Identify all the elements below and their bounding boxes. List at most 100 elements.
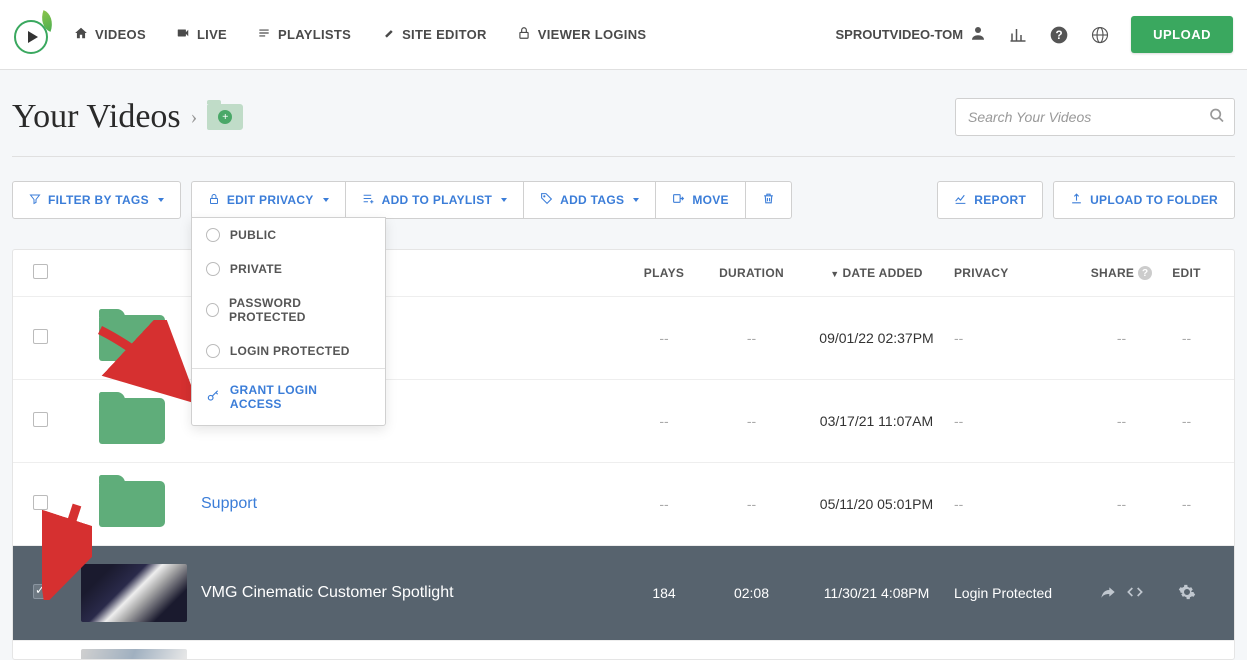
action-button-group: EDIT PRIVACY PUBLIC PRIVATE PASSWORD PRO…: [191, 181, 792, 219]
search-box: [955, 98, 1235, 136]
privacy-public-label: PUBLIC: [230, 228, 276, 242]
row-privacy: --: [954, 496, 1084, 512]
row-edit: [1159, 583, 1214, 604]
filter-icon: [29, 193, 41, 208]
upload-button[interactable]: UPLOAD: [1131, 16, 1233, 53]
edit-privacy-button[interactable]: EDIT PRIVACY PUBLIC PRIVATE PASSWORD PRO…: [191, 181, 345, 219]
add-folder-button[interactable]: +: [207, 104, 243, 130]
privacy-option-password[interactable]: PASSWORD PROTECTED: [192, 286, 385, 334]
move-icon: [672, 192, 685, 208]
header-privacy[interactable]: PRIVACY: [954, 266, 1084, 280]
video-thumbnail[interactable]: [81, 649, 187, 659]
header-date-added[interactable]: ▼DATE ADDED: [799, 266, 954, 280]
user-menu[interactable]: SPROUTVIDEO-TOM: [836, 24, 988, 45]
header-share: SHARE ?: [1084, 266, 1159, 280]
add-tags-button[interactable]: ADD TAGS: [523, 181, 655, 219]
gear-icon[interactable]: [1178, 588, 1196, 604]
nav-live[interactable]: LIVE: [176, 26, 227, 43]
header-date-label: DATE ADDED: [842, 266, 922, 280]
radio-icon: [206, 262, 220, 276]
move-button[interactable]: MOVE: [655, 181, 745, 219]
brand-logo[interactable]: [14, 16, 52, 54]
row-name[interactable]: Support: [201, 495, 624, 513]
report-button[interactable]: REPORT: [937, 181, 1043, 219]
privacy-option-login[interactable]: LOGIN PROTECTED: [192, 334, 385, 368]
lock-icon: [517, 26, 531, 43]
nav-playlists[interactable]: PLAYLISTS: [257, 26, 351, 43]
embed-icon[interactable]: [1126, 584, 1144, 603]
header-duration[interactable]: DURATION: [704, 266, 799, 280]
privacy-private-label: PRIVATE: [230, 262, 282, 276]
sort-desc-icon: ▼: [830, 269, 839, 279]
share-icon[interactable]: [1100, 584, 1116, 603]
search-icon[interactable]: [1209, 108, 1225, 127]
video-thumbnail[interactable]: [81, 564, 187, 622]
analytics-icon[interactable]: [1009, 26, 1027, 44]
nav-site-editor-label: SITE EDITOR: [402, 27, 487, 42]
report-label: REPORT: [974, 193, 1026, 207]
help-icon[interactable]: ?: [1049, 25, 1069, 45]
privacy-login-label: LOGIN PROTECTED: [230, 344, 350, 358]
table-row[interactable]: VMG Cinematic Customer Spotlight 184 02:…: [13, 546, 1234, 641]
chevron-down-icon: [633, 198, 639, 202]
row-share: --: [1084, 330, 1159, 346]
nav-playlists-label: PLAYLISTS: [278, 27, 351, 42]
row-share: --: [1084, 496, 1159, 512]
help-badge-icon[interactable]: ?: [1138, 266, 1152, 280]
folder-icon: [99, 481, 165, 527]
upload-to-folder-button[interactable]: UPLOAD TO FOLDER: [1053, 181, 1235, 219]
toolbar-right: REPORT UPLOAD TO FOLDER: [937, 181, 1235, 219]
chevron-down-icon: [323, 198, 329, 202]
edit-privacy-label: EDIT PRIVACY: [227, 193, 314, 207]
move-label: MOVE: [692, 193, 729, 207]
chevron-down-icon: [158, 198, 164, 202]
radio-icon: [206, 228, 220, 242]
radio-icon: [206, 344, 220, 358]
header-plays[interactable]: PLAYS: [624, 266, 704, 280]
row-plays: --: [624, 330, 704, 346]
table-row[interactable]: Support -- -- 05/11/20 05:01PM -- -- --: [13, 463, 1234, 546]
globe-icon[interactable]: [1091, 26, 1109, 44]
row-checkbox[interactable]: [33, 329, 48, 344]
row-duration: --: [704, 330, 799, 346]
filter-by-tags-button[interactable]: FILTER BY TAGS: [12, 181, 181, 219]
privacy-option-private[interactable]: PRIVATE: [192, 252, 385, 286]
privacy-password-label: PASSWORD PROTECTED: [229, 296, 371, 324]
header-share-label: SHARE: [1091, 266, 1135, 280]
row-edit: --: [1159, 330, 1214, 346]
row-checkbox[interactable]: [33, 495, 48, 510]
select-all-checkbox[interactable]: [33, 264, 48, 279]
row-date: 09/01/22 02:37PM: [799, 330, 954, 346]
delete-button[interactable]: [745, 181, 792, 219]
grant-login-access-link[interactable]: GRANT LOGIN ACCESS: [192, 369, 385, 425]
table-row[interactable]: [13, 641, 1234, 659]
row-checkbox[interactable]: [33, 584, 48, 599]
upload-folder-label: UPLOAD TO FOLDER: [1090, 193, 1218, 207]
add-tags-label: ADD TAGS: [560, 193, 624, 207]
user-label: SPROUTVIDEO-TOM: [836, 27, 964, 42]
page-title-text: Your Videos: [12, 98, 181, 136]
row-duration: --: [704, 496, 799, 512]
home-icon: [74, 26, 88, 43]
grant-login-label: GRANT LOGIN ACCESS: [230, 383, 371, 411]
tag-icon: [540, 192, 553, 208]
nav-viewer-logins[interactable]: VIEWER LOGINS: [517, 26, 647, 43]
page-content: Your Videos › + FILTER BY TAGS EDIT PRIV…: [0, 70, 1247, 660]
nav-videos[interactable]: VIDEOS: [74, 26, 146, 43]
row-share: --: [1084, 413, 1159, 429]
row-date: 05/11/20 05:01PM: [799, 496, 954, 512]
add-playlist-label: ADD TO PLAYLIST: [382, 193, 493, 207]
row-date: 11/30/21 4:08PM: [799, 585, 954, 601]
filter-tags-label: FILTER BY TAGS: [48, 193, 149, 207]
privacy-dropdown: PUBLIC PRIVATE PASSWORD PROTECTED LOGIN …: [191, 217, 386, 426]
breadcrumb-caret-icon: ›: [191, 106, 198, 129]
add-to-playlist-button[interactable]: ADD TO PLAYLIST: [345, 181, 524, 219]
row-checkbox[interactable]: [33, 412, 48, 427]
row-name[interactable]: VMG Cinematic Customer Spotlight: [201, 584, 624, 602]
header-right: SPROUTVIDEO-TOM ? UPLOAD: [836, 16, 1234, 53]
privacy-option-public[interactable]: PUBLIC: [192, 218, 385, 252]
row-duration: 02:08: [704, 585, 799, 601]
search-input[interactable]: [955, 98, 1235, 136]
row-edit: --: [1159, 413, 1214, 429]
nav-site-editor[interactable]: SITE EDITOR: [381, 26, 487, 43]
